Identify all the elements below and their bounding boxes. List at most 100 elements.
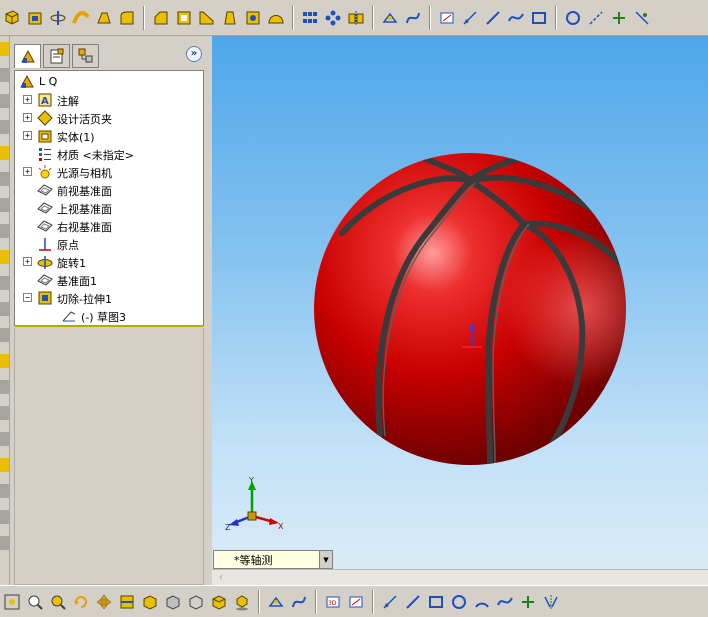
revolve-button[interactable] — [48, 8, 68, 28]
hidden-lines-button[interactable] — [186, 592, 206, 612]
left-toolbar-button[interactable] — [0, 120, 9, 134]
tree-expander-icon[interactable]: + — [23, 95, 32, 104]
configuration-tab[interactable] — [72, 44, 99, 68]
circular-pattern-button[interactable] — [323, 8, 343, 28]
tree-item[interactable]: + 实体(1) — [15, 127, 203, 145]
tree-item[interactable]: + 旋转1 — [15, 253, 203, 271]
loft-button[interactable] — [94, 8, 114, 28]
left-toolbar-button[interactable] — [0, 302, 9, 316]
draft-button[interactable] — [220, 8, 240, 28]
zoom-area-button[interactable] — [25, 592, 45, 612]
left-toolbar-button[interactable] — [0, 406, 9, 420]
point-button[interactable] — [518, 592, 538, 612]
tree-expander-icon[interactable]: + — [23, 167, 32, 176]
chamfer-button[interactable] — [151, 8, 171, 28]
reference-geometry-button[interactable] — [380, 8, 400, 28]
shadows-button[interactable] — [232, 592, 252, 612]
tree-expander-icon[interactable]: + — [23, 113, 32, 122]
left-toolbar-button[interactable] — [0, 354, 9, 368]
rollback-bar[interactable] — [15, 325, 203, 327]
tree-root[interactable]: L Q — [15, 73, 203, 91]
rib-button[interactable] — [197, 8, 217, 28]
zoom-fit-button[interactable] — [2, 592, 22, 612]
reference-geometry-button[interactable] — [266, 592, 286, 612]
tree-item[interactable]: + A 注解 — [15, 91, 203, 109]
left-toolbar-button[interactable] — [0, 172, 9, 186]
left-toolbar-button[interactable] — [0, 484, 9, 498]
left-toolbar-button[interactable] — [0, 432, 9, 446]
basketball-model[interactable] — [312, 149, 628, 467]
left-toolbar-button[interactable] — [0, 68, 9, 82]
shell-button[interactable] — [174, 8, 194, 28]
extrude-cut-button[interactable] — [25, 8, 45, 28]
trim-button[interactable] — [632, 8, 652, 28]
mirror-button[interactable] — [346, 8, 366, 28]
tree-expander-icon[interactable]: + — [23, 257, 32, 266]
left-toolbar-button[interactable] — [0, 510, 9, 524]
tree-item[interactable]: 原点 — [15, 235, 203, 253]
left-toolbar-button[interactable] — [0, 458, 9, 472]
left-toolbar-button[interactable] — [0, 250, 9, 264]
left-toolbar-button[interactable] — [0, 536, 9, 550]
rotate-button[interactable] — [71, 592, 91, 612]
circle-button[interactable] — [563, 8, 583, 28]
extrude-boss-button[interactable] — [2, 8, 22, 28]
graphics-viewport[interactable]: Y X Z *等轴测 ▼ ‹ — [212, 36, 708, 585]
section-view-button[interactable] — [117, 592, 137, 612]
linear-pattern-button[interactable] — [300, 8, 320, 28]
dome-button[interactable] — [266, 8, 286, 28]
horizontal-scrollbar[interactable]: ‹ — [212, 569, 708, 585]
scroll-left-icon[interactable]: ‹ — [214, 571, 228, 584]
zoom-button[interactable] — [48, 592, 68, 612]
tree-item[interactable]: + 设计活页夹 — [15, 109, 203, 127]
spline-button[interactable] — [495, 592, 515, 612]
curves-button[interactable] — [289, 592, 309, 612]
sweep-button[interactable] — [71, 8, 91, 28]
left-toolbar-button[interactable] — [0, 276, 9, 290]
shaded-button[interactable] — [209, 592, 229, 612]
mirror-entities-button[interactable] — [541, 592, 561, 612]
property-manager-tab[interactable] — [43, 44, 70, 68]
smart-dimension-button[interactable] — [380, 592, 400, 612]
feature-tree-tab[interactable] — [14, 44, 41, 68]
left-toolbar-button[interactable] — [0, 94, 9, 108]
rectangle-button[interactable] — [529, 8, 549, 28]
tree-item[interactable]: (-) 草图3 — [15, 307, 203, 325]
tree-item[interactable]: 右视基准面 — [15, 217, 203, 235]
tree-item[interactable]: − 切除-拉伸1 — [15, 289, 203, 307]
spline-button[interactable] — [506, 8, 526, 28]
dropdown-arrow-icon[interactable]: ▼ — [319, 551, 332, 568]
tree-item[interactable]: 上视基准面 — [15, 199, 203, 217]
centerline-button[interactable] — [586, 8, 606, 28]
pan-button[interactable] — [94, 592, 114, 612]
tree-item[interactable]: 材质 <未指定> — [15, 145, 203, 163]
line-button[interactable] — [403, 592, 423, 612]
tree-item[interactable]: 前视基准面 — [15, 181, 203, 199]
3d-sketch-button[interactable]: 3D — [323, 592, 343, 612]
standard-views-button[interactable] — [140, 592, 160, 612]
hole-button[interactable] — [243, 8, 263, 28]
circle-button[interactable] — [449, 592, 469, 612]
fillet-button[interactable] — [117, 8, 137, 28]
sketch-button[interactable] — [437, 8, 457, 28]
curves-button[interactable] — [403, 8, 423, 28]
tree-item[interactable]: + 光源与相机 — [15, 163, 203, 181]
sketch-button[interactable] — [346, 592, 366, 612]
left-toolbar-button[interactable] — [0, 146, 9, 160]
left-toolbar-button[interactable] — [0, 42, 9, 56]
collapse-panel-button[interactable]: » — [186, 46, 202, 62]
tree-expander-icon[interactable]: + — [23, 131, 32, 140]
smart-dimension-button[interactable] — [460, 8, 480, 28]
left-toolbar-button[interactable] — [0, 198, 9, 212]
left-toolbar-button[interactable] — [0, 380, 9, 394]
left-toolbar-button[interactable] — [0, 328, 9, 342]
tree-expander-icon[interactable]: − — [23, 293, 32, 302]
arc-button[interactable] — [472, 592, 492, 612]
left-toolbar-button[interactable] — [0, 224, 9, 238]
tree-item[interactable]: 基准面1 — [15, 271, 203, 289]
line-button[interactable] — [483, 8, 503, 28]
rectangle-button[interactable] — [426, 592, 446, 612]
view-orientation-dropdown[interactable]: *等轴测 ▼ — [213, 550, 333, 569]
display-style-button[interactable] — [163, 592, 183, 612]
point-button[interactable] — [609, 8, 629, 28]
